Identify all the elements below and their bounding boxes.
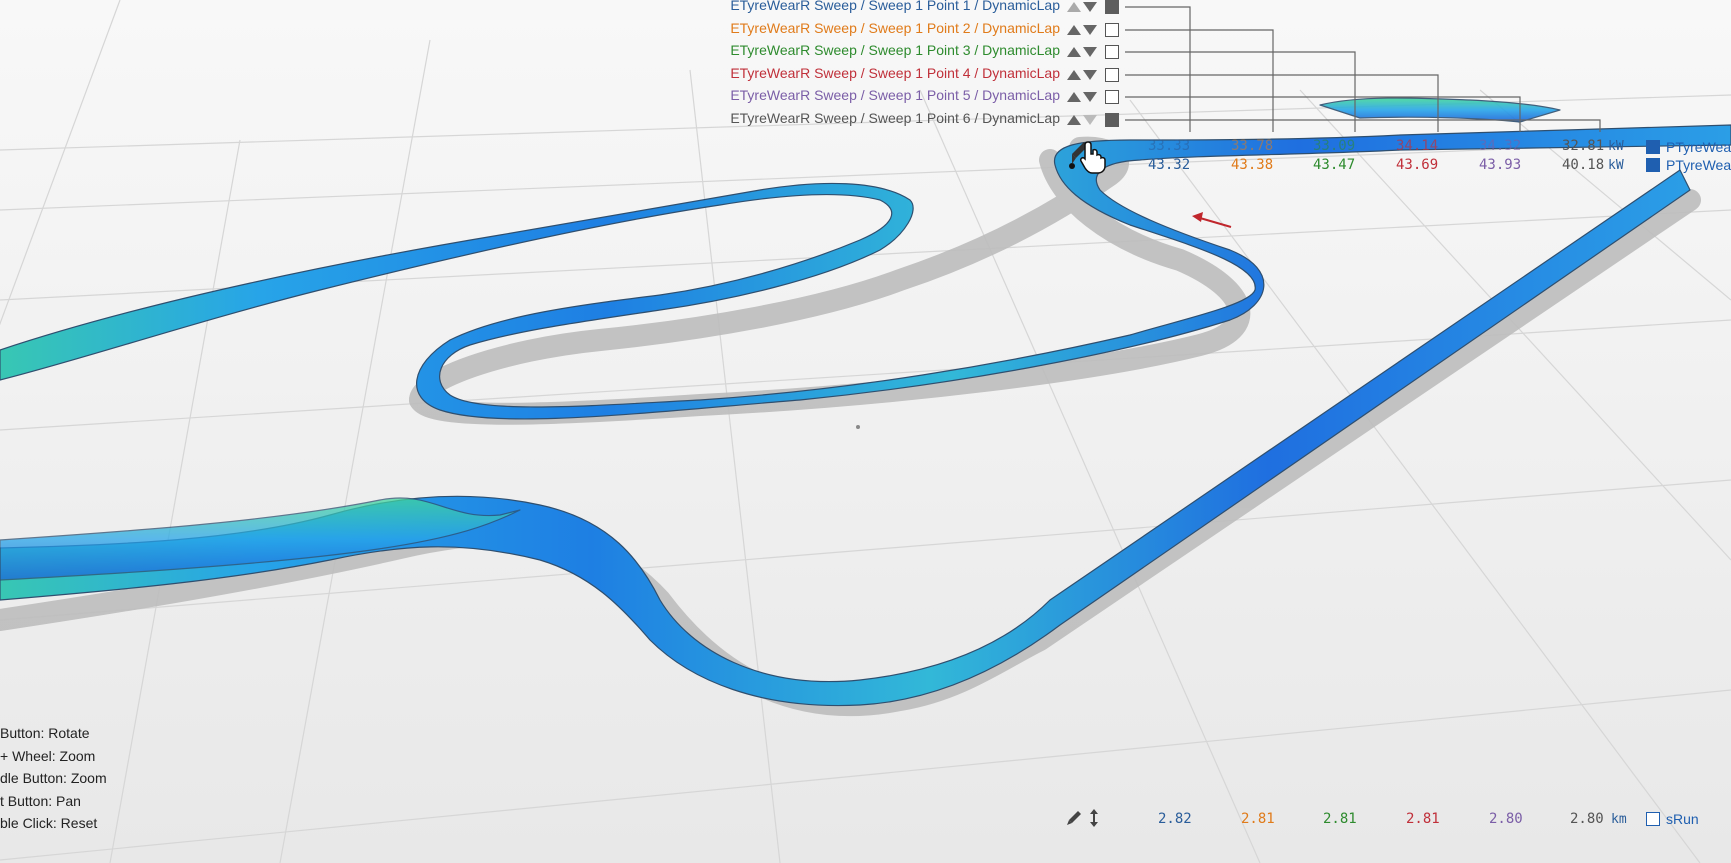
move-up-icon[interactable]: [1067, 92, 1081, 102]
srun-checkbox[interactable]: [1646, 812, 1660, 826]
channel-label[interactable]: PTyreWea: [1666, 139, 1731, 155]
legend-label: ETyreWearR Sweep / Sweep 1 Point 1 / Dyn…: [730, 0, 1060, 13]
move-down-icon[interactable]: [1083, 115, 1097, 125]
3d-track-viewport[interactable]: ETyreWearR Sweep / Sweep 1 Point 1 / Dyn…: [0, 0, 1731, 863]
legend-label: ETyreWearR Sweep / Sweep 1 Point 5 / Dyn…: [730, 87, 1060, 103]
legend-label: ETyreWearR Sweep / Sweep 1 Point 6 / Dyn…: [730, 110, 1060, 126]
readout-value: 33.33: [1148, 138, 1191, 154]
readout-value: 34.14: [1396, 138, 1439, 154]
vertical-arrows-icon[interactable]: [1089, 809, 1099, 827]
readout-value: 33.09: [1313, 138, 1356, 154]
legend-checkbox[interactable]: [1105, 45, 1119, 59]
distance-value: 2.81: [1406, 811, 1440, 827]
legend-row: ETyreWearR Sweep / Sweep 1 Point 2 / Dyn…: [500, 20, 1060, 40]
distance-value: 2.82: [1158, 811, 1192, 827]
move-down-icon[interactable]: [1083, 2, 1097, 12]
readout-value: 43.69: [1396, 157, 1439, 173]
legend-row: ETyreWearR Sweep / Sweep 1 Point 1 / Dyn…: [500, 0, 1060, 17]
channel-checkbox[interactable]: [1646, 158, 1660, 172]
channel-label[interactable]: PTyreWea: [1666, 157, 1731, 173]
readout-value: 33.78: [1231, 138, 1274, 154]
distance-value: 2.81: [1323, 811, 1357, 827]
channel-checkbox[interactable]: [1646, 140, 1660, 154]
move-up-icon[interactable]: [1067, 115, 1081, 125]
legend-label: ETyreWearR Sweep / Sweep 1 Point 4 / Dyn…: [730, 65, 1060, 81]
legend-row: ETyreWearR Sweep / Sweep 1 Point 5 / Dyn…: [500, 87, 1060, 107]
sort-buttons: [1065, 21, 1101, 41]
srun-label[interactable]: sRun: [1666, 811, 1699, 827]
legend-checkbox[interactable]: [1105, 23, 1119, 37]
hint-rotate: Button: Rotate: [0, 725, 90, 741]
track-marker-dot: [856, 425, 860, 429]
readout-value: 40.18: [1562, 157, 1605, 173]
readout-unit: kW: [1608, 158, 1624, 173]
readout-value: 34.32: [1479, 138, 1522, 154]
readout-unit: kW: [1608, 139, 1624, 154]
hint-pan: t Button: Pan: [0, 792, 81, 809]
sort-buttons: [1065, 0, 1101, 18]
distance-unit: km: [1611, 812, 1627, 827]
move-down-icon[interactable]: [1083, 47, 1097, 57]
hand-pointer-icon: [1080, 141, 1106, 174]
move-down-icon[interactable]: [1083, 25, 1097, 35]
move-up-icon[interactable]: [1067, 25, 1081, 35]
legend-row: ETyreWearR Sweep / Sweep 1 Point 6 / Dyn…: [500, 110, 1060, 130]
legend-checkbox[interactable]: [1105, 68, 1119, 82]
hint-wheel-zoom: + Wheel: Zoom: [0, 747, 96, 764]
legend-checkbox[interactable]: [1105, 0, 1119, 14]
legend-label: ETyreWearR Sweep / Sweep 1 Point 3 / Dyn…: [730, 42, 1060, 58]
legend-label: ETyreWearR Sweep / Sweep 1 Point 2 / Dyn…: [730, 20, 1060, 36]
readout-value: 43.32: [1148, 157, 1191, 173]
move-down-icon[interactable]: [1083, 70, 1097, 80]
hint-reset: ble Click: Reset: [0, 815, 98, 831]
legend-checkbox[interactable]: [1105, 113, 1119, 127]
readout-value: 43.93: [1479, 157, 1522, 173]
mouse-hints: Button: Rotate + Wheel: Zoom dle Button:…: [0, 722, 107, 835]
hint-middle-zoom: dle Button: Zoom: [0, 770, 107, 786]
move-up-icon[interactable]: [1067, 70, 1081, 80]
readout-value: 43.38: [1231, 157, 1274, 173]
distance-value: 2.80: [1489, 811, 1523, 827]
sort-buttons: [1065, 66, 1101, 86]
readout-value: 32.81: [1562, 138, 1605, 154]
legend-row: ETyreWearR Sweep / Sweep 1 Point 4 / Dyn…: [500, 65, 1060, 85]
legend-row: ETyreWearR Sweep / Sweep 1 Point 3 / Dyn…: [500, 42, 1060, 62]
move-down-icon[interactable]: [1083, 92, 1097, 102]
distance-value: 2.81: [1241, 811, 1275, 827]
sort-buttons: [1065, 111, 1101, 131]
readout-value: 43.47: [1313, 157, 1356, 173]
distance-value: 2.80: [1570, 811, 1604, 827]
move-up-icon[interactable]: [1067, 47, 1081, 57]
move-up-icon[interactable]: [1067, 2, 1081, 12]
brush-icon[interactable]: [1066, 810, 1082, 826]
sort-buttons: [1065, 88, 1101, 108]
legend-checkbox[interactable]: [1105, 90, 1119, 104]
sort-buttons: [1065, 43, 1101, 63]
